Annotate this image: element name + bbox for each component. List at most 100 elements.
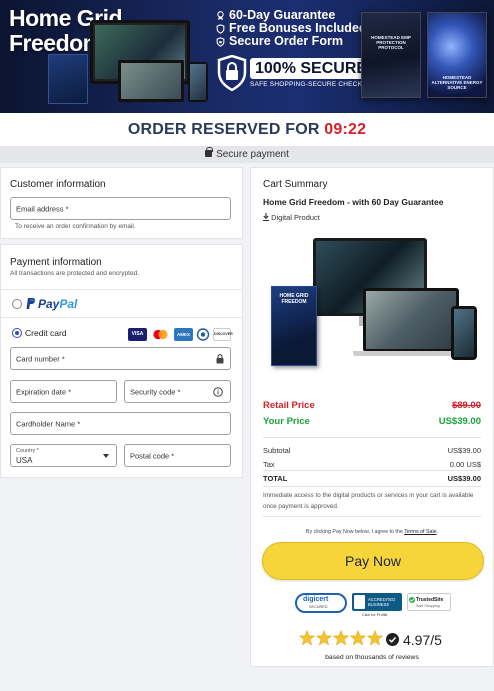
your-price-row: Your Price US$39.00 [263, 416, 481, 427]
star-rating-icons [298, 629, 384, 646]
email-help-text: To receive an order confirmation by emai… [15, 223, 136, 230]
subtotal-row: Subtotal US$39.00 [263, 446, 481, 455]
benefit-list: 60-Day Guarantee Free Bonuses Included S… [216, 9, 367, 48]
ebook-cover-image: HOME GRID FREEDOM [271, 286, 317, 366]
subtotal-label: Subtotal [263, 446, 291, 455]
cart-summary-panel: Cart Summary Home Grid Freedom - with 60… [250, 167, 494, 667]
payment-info-title: Payment information [10, 257, 102, 268]
countdown-timer: 09:22 [324, 121, 367, 138]
chevron-down-icon [103, 454, 109, 458]
mastercard-icon [151, 328, 170, 341]
rating-score: 4.97/5 [403, 632, 442, 648]
email-label: Email address * [16, 204, 69, 213]
trustedsite-badge[interactable]: TrustedSite Safe Shopping [407, 593, 451, 618]
total-value: US$39.00 [447, 474, 481, 483]
payment-information-panel: Payment information All transactions are… [0, 244, 243, 478]
tax-label: Tax [263, 460, 275, 469]
benefit-text: Secure Order Form [229, 34, 343, 48]
cardholder-label: Cardholder Name * [16, 419, 81, 428]
tax-row: Tax 0.00 US$ [263, 460, 481, 469]
bonus-book-emp: HOMESTEAD EMP PROTECTION PROTOCOL [361, 12, 421, 98]
retail-price-value: $89.00 [451, 400, 481, 411]
info-icon[interactable] [213, 387, 223, 397]
terms-of-sale-link[interactable]: Terms of Sale [404, 529, 436, 535]
your-price-value: US$39.00 [438, 416, 481, 427]
star-icon [349, 629, 367, 646]
pay-now-button[interactable]: Pay Now [262, 542, 484, 580]
rating-note: based on thousands of reviews [325, 654, 419, 661]
security-code-label: Security code * [130, 387, 181, 396]
subtotal-value: US$39.00 [447, 446, 481, 455]
star-icon [366, 629, 384, 646]
product-bundle-image: HOME GRID FREEDOM [267, 238, 479, 368]
bonus-book-title: HOMESTEAD ALTERNATIVE ENERGY SOURCE [431, 75, 483, 90]
secure-payment-bar: Secure payment [0, 146, 494, 163]
visa-icon: VISA [128, 328, 147, 341]
your-price-label: Your Price [263, 416, 310, 427]
credit-card-radio[interactable] [12, 328, 22, 338]
verified-check-icon [386, 633, 399, 646]
cart-summary-title: Cart Summary [263, 179, 328, 190]
ebook-cover-image [48, 54, 88, 104]
total-row: TOTAL US$39.00 [263, 474, 481, 483]
total-label: TOTAL [263, 474, 288, 483]
benefit-item: Secure Order Form [216, 35, 367, 48]
bonus-book-title: HOMESTEAD EMP PROTECTION PROTOCOL [371, 35, 411, 50]
bbb-accredited-badge[interactable]: ACCREDITED BUSINESS Click for Profile [352, 593, 402, 618]
tax-value: 0.00 US$ [449, 460, 481, 469]
diners-club-icon [196, 328, 210, 341]
access-note: Immediate access to the digital products… [263, 492, 474, 510]
shield-lock-icon [217, 55, 247, 91]
country-value: USA [16, 456, 33, 465]
laptop-image [363, 288, 459, 352]
order-reserved-timer: ORDER RESERVED FOR 09:22 [0, 113, 494, 146]
secure-badge: 100% SECURE SAFE SHOPPING-SECURE CHECKOU… [217, 55, 381, 91]
lock-icon [216, 354, 224, 364]
digicert-badge[interactable]: digicert SECURED [295, 593, 347, 618]
security-code-field[interactable]: Security code * [124, 380, 231, 403]
terms-note: By clicking Pay Now below, I agree to th… [305, 529, 439, 535]
reserved-label: ORDER RESERVED FOR [127, 121, 320, 138]
secure-payment-label: Secure payment [216, 149, 289, 160]
bonus-book-energy: HOMESTEAD ALTERNATIVE ENERGY SOURCE [427, 12, 487, 98]
star-icon [332, 629, 350, 646]
amex-icon: AMEX [174, 328, 193, 341]
paypal-icon [26, 298, 36, 309]
lock-icon [205, 147, 214, 157]
card-number-label: Card number * [16, 354, 65, 363]
email-field[interactable]: Email address * [10, 197, 231, 220]
ebook-title: HOME GRID FREEDOM [279, 293, 309, 305]
postal-code-label: Postal code * [130, 451, 175, 460]
header-banner: Home Grid Freedom 60-Day Guarantee Free … [0, 0, 494, 113]
paypal-logo: PayPal [38, 297, 78, 311]
retail-price-label: Retail Price [263, 400, 315, 411]
expiration-date-field[interactable]: Expiration date * [10, 380, 117, 403]
cardholder-name-field[interactable]: Cardholder Name * [10, 412, 231, 435]
country-select[interactable]: Country * USA [10, 444, 117, 467]
country-label: Country * [16, 448, 39, 454]
credit-card-label[interactable]: Credit card [25, 328, 67, 338]
product-name: Home Grid Freedom - with 60 Day Guarante… [263, 197, 444, 207]
paypal-radio[interactable] [12, 299, 22, 309]
product-devices-image [48, 20, 213, 106]
postal-code-field[interactable]: Postal code * [124, 444, 231, 467]
phone-image [451, 306, 477, 360]
product-type: Digital Product [263, 213, 320, 222]
check-icon [409, 597, 415, 603]
payment-info-subtitle: All transactions are protected and encry… [10, 270, 139, 277]
customer-information-panel: Customer information Email address * To … [0, 167, 243, 239]
laptop-image [118, 60, 184, 102]
discover-icon: DISCOVER [213, 328, 233, 341]
star-icon [298, 629, 316, 646]
retail-price-row: Retail Price $89.00 [263, 400, 481, 411]
download-icon [263, 213, 269, 221]
star-icon [315, 629, 333, 646]
award-icon [217, 10, 224, 20]
phone-image [188, 62, 208, 102]
customer-info-title: Customer information [10, 179, 106, 190]
expiration-label: Expiration date * [16, 387, 72, 396]
card-number-field[interactable]: Card number * [10, 347, 231, 370]
secure-title: 100% SECURE [250, 58, 373, 79]
paypal-option[interactable]: PayPal [1, 289, 242, 318]
shield-icon [216, 23, 225, 34]
